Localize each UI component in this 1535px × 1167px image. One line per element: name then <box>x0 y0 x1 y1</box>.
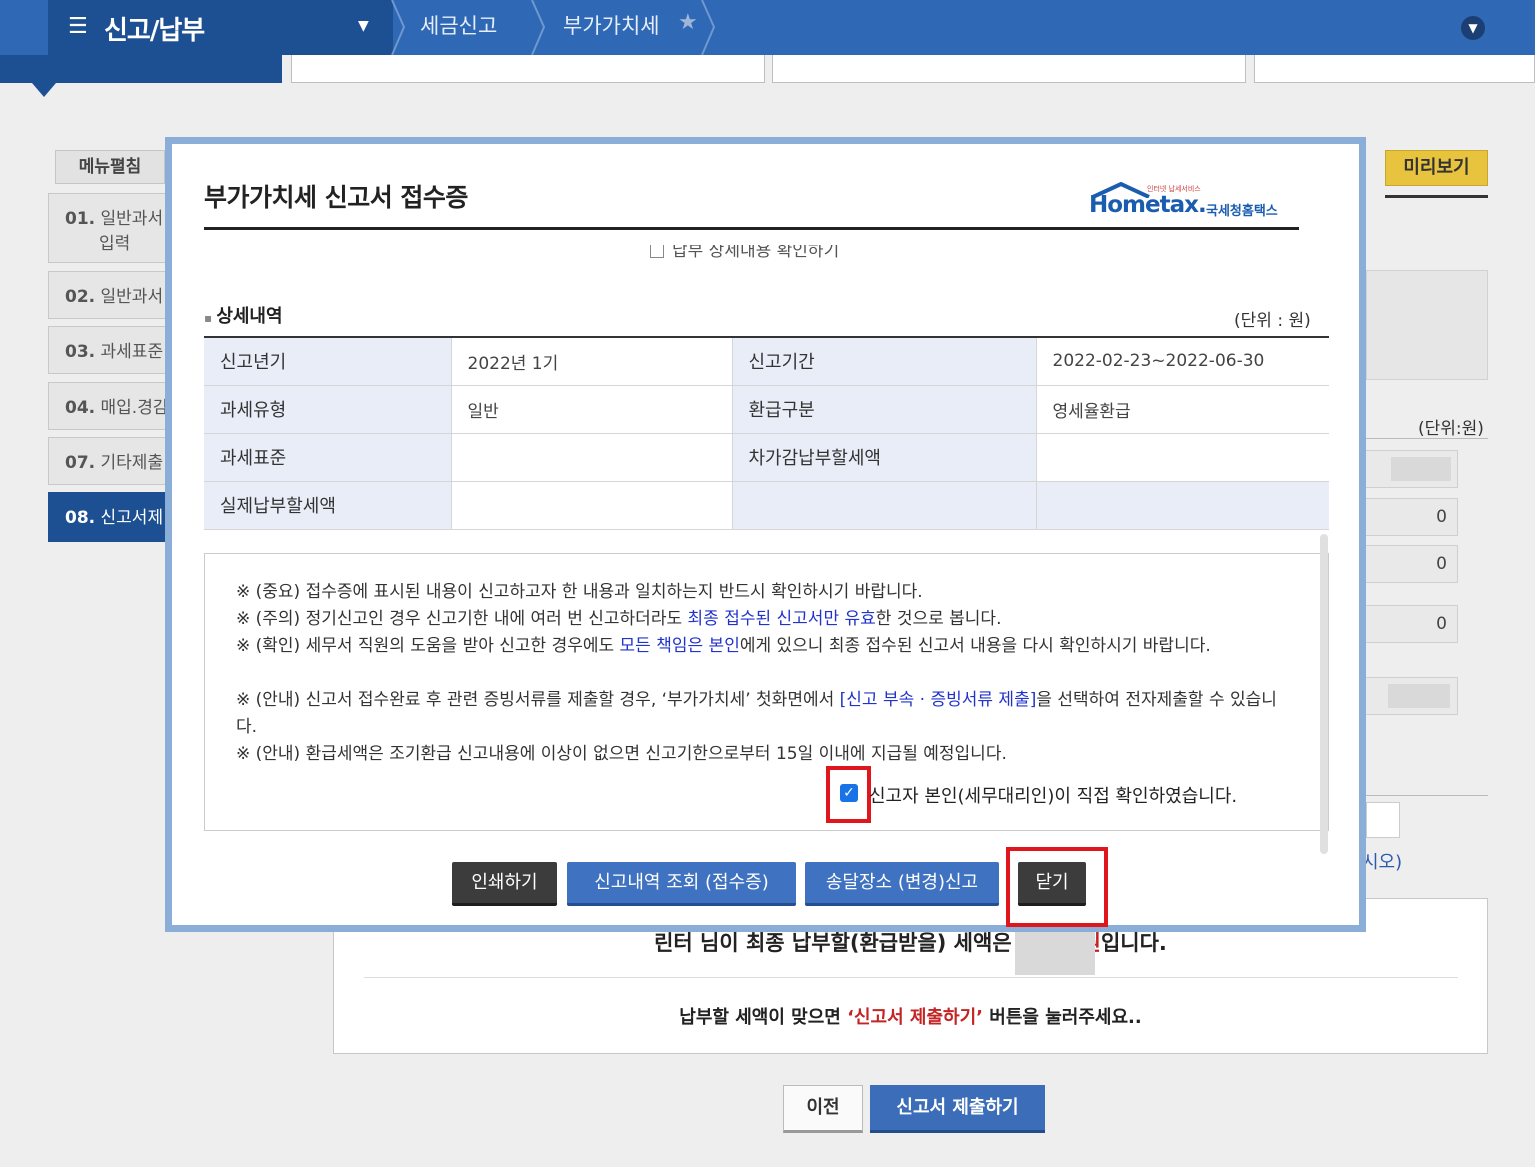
unit-label: (단위 : 원) <box>1234 311 1311 331</box>
receipt-history-button[interactable]: 신고내역 조회 (접수증) <box>567 862 796 906</box>
self-confirm-label[interactable]: 신고자 본인(세무대리인)이 직접 확인하였습니다. <box>869 782 1237 808</box>
favorite-star-icon[interactable]: ★ <box>678 10 698 35</box>
masked-amount <box>1015 925 1095 975</box>
scrollbar[interactable] <box>1320 534 1328 854</box>
menu-expand-button[interactable]: 메뉴펼침 <box>55 150 165 184</box>
table-header-cell: 환급구분 <box>731 385 1036 434</box>
amount-field: 0 <box>1352 545 1458 583</box>
previous-button[interactable]: 이전 <box>783 1085 863 1133</box>
title-divider <box>204 227 1299 230</box>
table-cell <box>731 481 1036 530</box>
menu-arrow-icon <box>32 83 56 97</box>
modal-title: 부가가치세 신고서 접수증 <box>204 183 468 212</box>
table-row: 과세표준 차가감납부할세액 <box>204 433 1329 482</box>
menu-toggle-button[interactable]: ☰ 신고/납부 ▼ <box>48 0 393 55</box>
sidebar-step-02[interactable]: 02. 일반과서 <box>48 271 170 319</box>
table-cell <box>450 433 732 482</box>
table-header-cell: 신고기간 <box>731 337 1036 386</box>
divider <box>364 977 1458 978</box>
breadcrumb-separator-icon <box>701 0 716 55</box>
notice-line-guide-documents: ※ (안내) 신고서 접수완료 후 관련 증빙서류를 제출할 경우, ‘부가가치… <box>236 690 1277 737</box>
notice-box: ※ (중요) 접수증에 표시된 내용이 신고하고자 한 내용과 일치하는지 반드… <box>204 534 1329 854</box>
sidebar-step-03[interactable]: 03. 과세표준 <box>48 326 170 374</box>
self-confirm-row: ✓ 신고자 본인(세무대리인)이 직접 확인하였습니다. <box>826 766 1296 826</box>
checkbox-icon <box>650 245 664 258</box>
breadcrumb-item-vat[interactable]: 부가가치세 <box>563 10 660 40</box>
breadcrumb-separator-icon <box>391 0 406 55</box>
top-panel-box <box>772 55 1246 83</box>
menu-title: 신고/납부 <box>104 16 205 46</box>
table-cell <box>450 481 732 530</box>
highlight-box <box>1006 847 1108 927</box>
sidebar-step-07[interactable]: 07. 기타제출 <box>48 437 170 485</box>
table-cell <box>1035 481 1329 530</box>
top-panel-box <box>291 55 765 83</box>
table-header-cell: 과세유형 <box>204 385 451 434</box>
table-row: 과세유형 일반 환급구분 영세율환급 <box>204 385 1329 434</box>
table-cell: 영세율환급 <box>1035 385 1329 434</box>
divider <box>1366 438 1488 439</box>
hometax-logo: 인터넷 납세서비스 Hometax. 국세청홈택스 <box>1087 180 1302 222</box>
table-row: 실제납부할세액 <box>204 481 1329 530</box>
table-cell <box>1035 433 1329 482</box>
notice-line-important: ※ (중요) 접수증에 표시된 내용이 신고하고자 한 내용과 일치하는지 반드… <box>236 582 923 602</box>
masked-value <box>1391 457 1451 481</box>
divider <box>1385 195 1488 198</box>
sidebar-step-04[interactable]: 04. 매입.경감 <box>48 382 170 430</box>
table-cell: 2022년 1기 <box>450 337 732 386</box>
hamburger-icon: ☰ <box>68 14 88 39</box>
top-panel-box <box>1254 55 1535 83</box>
detail-table: 신고년기 2022년 1기 신고기간 2022-02-23~2022-06-30… <box>204 336 1329 530</box>
amount-field: 0 <box>1352 605 1458 643</box>
table-header-cell: 과세표준 <box>204 433 451 482</box>
submit-report-button[interactable]: 신고서 제출하기 <box>870 1085 1045 1133</box>
breadcrumb-item-tax-report[interactable]: 세금신고 <box>420 10 497 40</box>
top-navigation-bar: ☰ 신고/납부 ▼ 세금신고 부가가치세 ★ ▼ <box>0 0 1535 55</box>
notice-line-guide-refund: ※ (안내) 환급세액은 조기환급 신고내용에 이상이 없으면 신고기한으로부터… <box>236 744 1007 764</box>
table-cell: 2022-02-23~2022-06-30 <box>1035 337 1329 386</box>
input-field[interactable] <box>1366 802 1400 838</box>
hint-text: 시오) <box>1362 852 1403 873</box>
table-cell: 일반 <box>450 385 732 434</box>
amount-field <box>1352 677 1458 715</box>
masked-value <box>1388 684 1450 708</box>
submit-guide-line: 납부할 세액이 맞으면 ‘신고서 제출하기’ 버튼을 눌러주세요.. <box>679 1007 1142 1028</box>
table-header-cell: 신고년기 <box>204 337 451 386</box>
self-confirm-checkbox[interactable]: ✓ <box>840 784 858 802</box>
preview-button[interactable]: 미리보기 <box>1385 150 1488 186</box>
sidebar-step-01[interactable]: 01. 일반과서 입력 <box>48 193 170 263</box>
table-row: 신고년기 2022년 1기 신고기간 2022-02-23~2022-06-30 <box>204 337 1329 386</box>
info-panel <box>1366 270 1488 380</box>
sidebar-step-08[interactable]: 08. 신고서제 <box>48 492 170 542</box>
divider <box>1366 795 1488 796</box>
notice-line-caution: ※ (주의) 정기신고인 경우 신고기한 내에 여러 번 신고하더라도 최종 접… <box>236 609 1002 629</box>
delivery-address-button[interactable]: 송달장소 (변경)신고 <box>805 862 999 906</box>
amount-field: 0 <box>1352 498 1458 536</box>
table-header-cell: 차가감납부할세액 <box>731 433 1036 482</box>
amount-field <box>1352 450 1458 488</box>
unit-label: (단위:원) <box>1418 419 1484 439</box>
section-title: 상세내역 <box>204 302 282 328</box>
notice-line-confirm: ※ (확인) 세무서 직원의 도움을 받아 신고한 경우에도 모든 책임은 본인… <box>236 636 1211 656</box>
caret-down-icon: ▼ <box>358 18 369 34</box>
print-button[interactable]: 인쇄하기 <box>452 862 557 906</box>
chevron-down-icon[interactable]: ▼ <box>1461 16 1485 40</box>
table-header-cell: 실제납부할세액 <box>204 481 451 530</box>
menu-dropdown-strip <box>0 55 282 83</box>
vat-receipt-modal: 부가가치세 신고서 접수증 인터넷 납세서비스 Hometax. 국세청홈택스 … <box>165 137 1366 932</box>
breadcrumb-separator-icon <box>531 0 546 55</box>
scrolled-text: 납부 상세내용 확인하기 <box>650 245 839 259</box>
